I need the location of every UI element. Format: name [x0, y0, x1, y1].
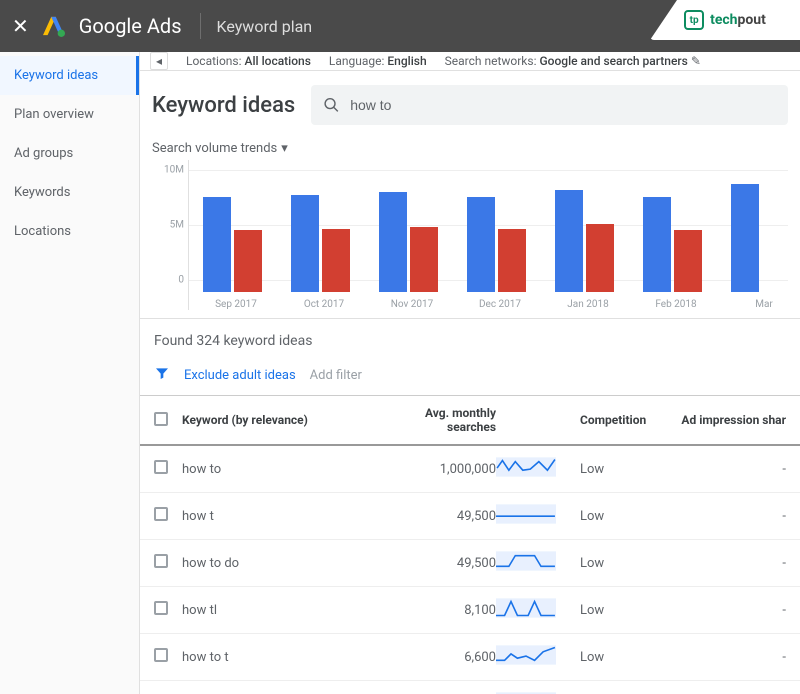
- cell-competition: Low: [566, 650, 666, 665]
- x-tick: Dec 2017: [467, 299, 533, 310]
- sparkline: [496, 456, 556, 478]
- pencil-icon[interactable]: ✎: [691, 54, 701, 68]
- cell-impression: -: [666, 650, 786, 665]
- bar[interactable]: [234, 230, 262, 292]
- chart-section: Search volume trends ▾ 10M 5M 0 Sep 2017…: [140, 135, 800, 319]
- cell-keyword: how tl: [182, 603, 376, 618]
- techpout-logo-icon: tp: [684, 10, 704, 30]
- table-row[interactable]: how tos4,400Low-: [140, 681, 800, 694]
- filter-row: Exclude adult ideas Add filter: [140, 359, 800, 396]
- search-icon: [323, 96, 340, 114]
- bar[interactable]: [410, 227, 438, 292]
- x-tick: Oct 2017: [291, 299, 357, 310]
- cell-impression: -: [666, 462, 786, 477]
- col-competition[interactable]: Competition: [566, 413, 666, 427]
- filter-bar: ◂ Locations: All locations Language: Eng…: [140, 52, 800, 71]
- page-title: Keyword plan: [217, 17, 313, 36]
- y-tick: 10M: [164, 165, 184, 176]
- search-input[interactable]: [350, 97, 776, 113]
- table-row[interactable]: how to1,000,000 Low-: [140, 446, 800, 493]
- bar[interactable]: [379, 192, 407, 292]
- x-tick: Sep 2017: [203, 299, 269, 310]
- bar[interactable]: [498, 229, 526, 292]
- col-keyword[interactable]: Keyword (by relevance): [182, 413, 376, 427]
- sidebar-item-plan-overview[interactable]: Plan overview: [0, 95, 139, 134]
- cell-keyword: how to: [182, 462, 376, 477]
- locations-filter[interactable]: Locations: All locations: [186, 54, 311, 68]
- checkbox[interactable]: [154, 507, 168, 521]
- sparkline: [496, 597, 556, 619]
- cell-avg: 49,500: [376, 509, 496, 524]
- sparkline: [496, 550, 556, 572]
- cell-avg: 1,000,000: [376, 462, 496, 477]
- y-tick: 5M: [170, 220, 184, 231]
- checkbox-all[interactable]: [154, 412, 168, 426]
- chevron-left-icon[interactable]: ◂: [150, 52, 168, 70]
- bar[interactable]: [322, 229, 350, 292]
- networks-filter[interactable]: Search networks: Google and search partn…: [445, 54, 701, 68]
- x-tick: Jan 2018: [555, 299, 621, 310]
- table-row[interactable]: how t49,500 Low-: [140, 493, 800, 540]
- table-row[interactable]: how tl8,100 Low-: [140, 587, 800, 634]
- sparkline: [496, 644, 556, 666]
- sidebar-item-locations[interactable]: Locations: [0, 212, 139, 251]
- cell-keyword: how to do: [182, 556, 376, 571]
- close-icon[interactable]: ✕: [12, 14, 29, 38]
- sidebar-item-ad-groups[interactable]: Ad groups: [0, 134, 139, 173]
- checkbox[interactable]: [154, 601, 168, 615]
- table-header: Keyword (by relevance) Avg. monthly sear…: [140, 396, 800, 446]
- checkbox[interactable]: [154, 554, 168, 568]
- y-tick: 0: [178, 275, 184, 286]
- bar[interactable]: [555, 190, 583, 292]
- table-row[interactable]: how to do49,500 Low-: [140, 540, 800, 587]
- cell-competition: Low: [566, 509, 666, 524]
- table-row[interactable]: how to t6,600 Low-: [140, 634, 800, 681]
- bar[interactable]: [674, 230, 702, 292]
- bar[interactable]: [203, 197, 231, 292]
- section-heading: Keyword ideas: [152, 93, 295, 118]
- cell-keyword: how to t: [182, 650, 376, 665]
- language-filter[interactable]: Language: English: [329, 54, 427, 68]
- cell-impression: -: [666, 509, 786, 524]
- chart-dropdown[interactable]: Search volume trends ▾: [152, 141, 288, 156]
- exclude-adult-link[interactable]: Exclude adult ideas: [184, 368, 296, 383]
- cell-impression: -: [666, 556, 786, 571]
- cell-competition: Low: [566, 556, 666, 571]
- col-impression[interactable]: Ad impression shar: [666, 413, 786, 427]
- x-tick: Feb 2018: [643, 299, 709, 310]
- bar[interactable]: [467, 197, 495, 292]
- cell-avg: 49,500: [376, 556, 496, 571]
- x-tick: Nov 2017: [379, 299, 445, 310]
- cell-impression: -: [666, 603, 786, 618]
- cell-avg: 6,600: [376, 650, 496, 665]
- cell-competition: Low: [566, 603, 666, 618]
- checkbox[interactable]: [154, 648, 168, 662]
- add-filter-link[interactable]: Add filter: [310, 368, 362, 383]
- watermark-badge: tp techpout: [650, 0, 800, 40]
- bar-chart: 10M 5M 0 Sep 2017 Oct 2017 Nov 2017 Dec 201…: [152, 160, 788, 310]
- bar[interactable]: [643, 197, 671, 292]
- x-tick: Mar: [731, 299, 797, 310]
- cell-competition: Low: [566, 462, 666, 477]
- table-body: how to1,000,000Low-how t49,500Low-how to…: [140, 446, 800, 694]
- found-count: Found 324 keyword ideas: [140, 319, 800, 359]
- cell-keyword: how t: [182, 509, 376, 524]
- divider: [200, 13, 201, 39]
- chevron-down-icon: ▾: [281, 141, 288, 156]
- top-bar: ✕ Google Ads Keyword plan tp techpout: [0, 0, 800, 52]
- cell-avg: 8,100: [376, 603, 496, 618]
- search-box[interactable]: [311, 85, 788, 125]
- sidebar-item-keyword-ideas[interactable]: Keyword ideas: [0, 56, 139, 95]
- bar[interactable]: [731, 184, 759, 292]
- filter-icon[interactable]: [154, 365, 170, 385]
- google-ads-logo-icon: [43, 15, 65, 37]
- sparkline: [496, 503, 556, 525]
- checkbox[interactable]: [154, 460, 168, 474]
- brand-label: Google Ads: [79, 14, 182, 38]
- sidebar: Keyword ideas Plan overview Ad groups Ke…: [0, 52, 140, 694]
- sidebar-item-keywords[interactable]: Keywords: [0, 173, 139, 212]
- bar[interactable]: [586, 224, 614, 292]
- col-avg-searches[interactable]: Avg. monthly searches: [376, 406, 496, 434]
- bar[interactable]: [291, 195, 319, 292]
